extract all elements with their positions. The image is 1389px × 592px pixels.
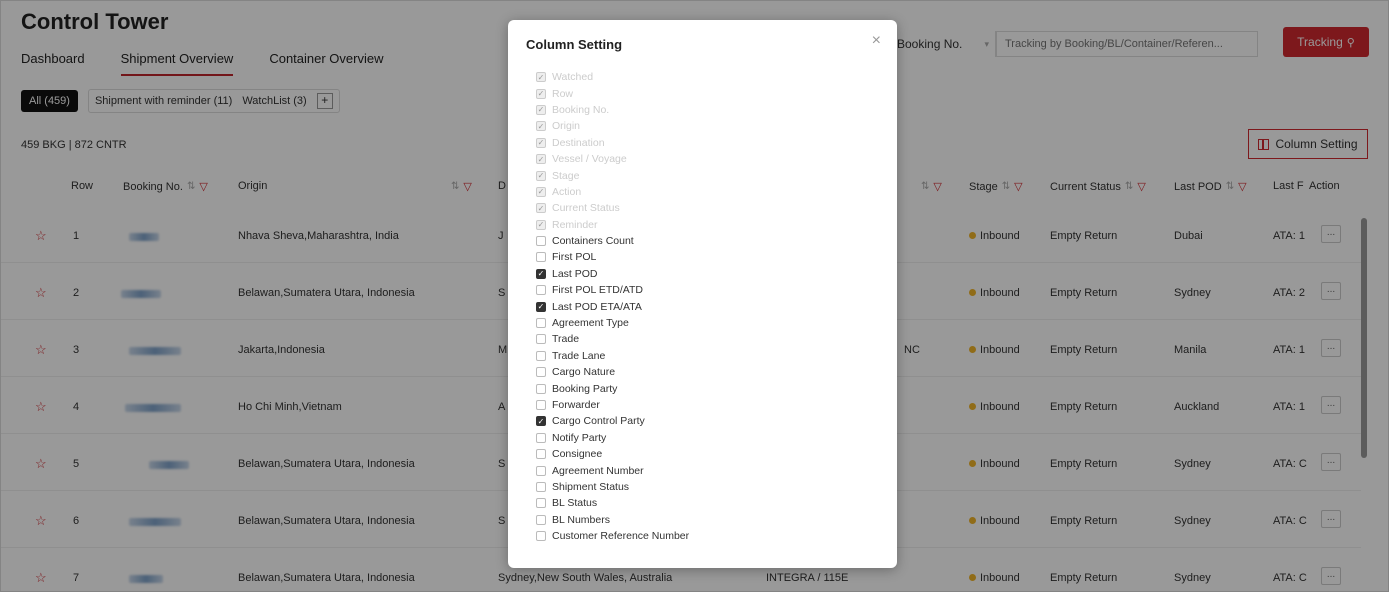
column-option: ✓ Watched — [536, 69, 689, 85]
column-option[interactable]: Forwarder — [536, 397, 689, 413]
checkbox: ✓ — [536, 104, 546, 115]
column-option[interactable]: Customer Reference Number — [536, 528, 689, 544]
checkbox[interactable]: ✓ — [536, 301, 546, 312]
column-option-label: Customer Reference Number — [552, 530, 690, 543]
column-option-label: Current Status — [552, 202, 620, 215]
checkbox: ✓ — [536, 203, 546, 214]
checkbox: ✓ — [536, 137, 546, 148]
column-option-label: Row — [552, 87, 574, 100]
checkbox[interactable] — [536, 514, 546, 525]
column-option[interactable]: Notify Party — [536, 430, 689, 446]
checkbox[interactable] — [536, 383, 546, 394]
column-option[interactable]: BL Numbers — [536, 512, 689, 528]
column-option[interactable]: Agreement Number — [536, 462, 689, 478]
checkbox[interactable] — [536, 432, 546, 443]
column-option: ✓ Origin — [536, 118, 689, 134]
column-option-label: Cargo Nature — [552, 366, 616, 379]
checkbox[interactable] — [536, 236, 546, 247]
checkbox: ✓ — [536, 219, 546, 230]
column-option-label: Cargo Control Party — [552, 415, 645, 428]
column-option-label: Watched — [552, 71, 594, 84]
column-option-label: Forwarder — [552, 399, 600, 411]
column-option-label: Agreement Number — [552, 464, 644, 477]
column-options-list: ✓ Watched ✓ Row ✓ Booking No. ✓ Origin ✓ Destinat… — [536, 69, 689, 544]
column-option: ✓ Row — [536, 85, 689, 101]
checkbox: ✓ — [536, 154, 546, 165]
checkbox[interactable] — [536, 531, 546, 542]
column-option[interactable]: ✓ Last POD — [536, 266, 689, 282]
column-option-label: BL Numbers — [552, 513, 610, 526]
checkbox: ✓ — [536, 170, 546, 181]
checkbox[interactable] — [536, 400, 546, 410]
checkbox[interactable] — [536, 285, 546, 296]
checkbox[interactable] — [536, 481, 546, 492]
checkbox[interactable] — [536, 367, 546, 378]
column-option-label: Trade — [552, 333, 580, 346]
column-option: ✓ Reminder — [536, 217, 689, 233]
column-option-label: BL Status — [552, 497, 598, 510]
column-option[interactable]: First POL — [536, 249, 689, 265]
checkbox: ✓ — [536, 88, 546, 99]
column-option-label: Booking No. — [552, 103, 610, 116]
column-option[interactable]: Cargo Nature — [536, 364, 689, 380]
checkbox[interactable] — [536, 465, 546, 476]
column-option[interactable]: Trade Lane — [536, 348, 689, 364]
column-option[interactable]: Trade — [536, 331, 689, 347]
checkbox[interactable] — [536, 334, 546, 345]
column-option-label: Consignee — [552, 448, 603, 461]
column-option: ✓ Vessel / Voyage — [536, 151, 689, 167]
column-option[interactable]: ✓ Last POD ETA/ATA — [536, 298, 689, 314]
column-option-label: Trade Lane — [552, 349, 606, 362]
column-option-label: Last POD — [552, 267, 598, 280]
column-option[interactable]: First POL ETD/ATD — [536, 282, 689, 298]
column-option-label: Stage — [552, 169, 580, 182]
column-option: ✓ Action — [536, 184, 689, 200]
column-option-label: First POL ETD/ATD — [552, 284, 644, 297]
close-icon[interactable]: × — [872, 32, 881, 50]
column-setting-modal: Column Setting × ✓ Watched ✓ Row ✓ Booking No… — [508, 20, 897, 568]
modal-title: Column Setting — [526, 37, 623, 52]
checkbox[interactable] — [536, 318, 546, 329]
column-option[interactable]: Containers Count — [536, 233, 689, 249]
column-option-label: Containers Count — [552, 235, 634, 248]
column-option: ✓ Stage — [536, 167, 689, 183]
column-option: ✓ Destination — [536, 135, 689, 151]
column-option-label: Destination — [552, 136, 605, 149]
column-option-label: Agreement Type — [552, 317, 629, 330]
column-option-label: Reminder — [552, 218, 598, 231]
checkbox: ✓ — [536, 72, 546, 83]
checkbox[interactable]: ✓ — [536, 268, 546, 279]
column-option: ✓ Booking No. — [536, 102, 689, 118]
column-option-label: Last POD ETA/ATA — [552, 300, 642, 313]
column-option[interactable]: Agreement Type — [536, 315, 689, 331]
column-option[interactable]: Booking Party — [536, 380, 689, 396]
column-option[interactable]: BL Status — [536, 495, 689, 511]
checkbox[interactable] — [536, 350, 546, 361]
column-option[interactable]: Shipment Status — [536, 479, 689, 495]
column-option[interactable]: Consignee — [536, 446, 689, 462]
column-option-label: Notify Party — [552, 431, 607, 444]
checkbox[interactable] — [536, 252, 546, 263]
checkbox: ✓ — [536, 121, 546, 132]
checkbox[interactable] — [536, 498, 546, 509]
column-option-label: Origin — [552, 120, 581, 133]
column-option-label: Booking Party — [552, 382, 618, 395]
column-option-label: Shipment Status — [552, 480, 630, 493]
column-option: ✓ Current Status — [536, 200, 689, 216]
column-option[interactable]: ✓ Cargo Control Party — [536, 413, 689, 429]
checkbox[interactable] — [536, 449, 546, 460]
column-option-label: Action — [552, 185, 582, 198]
column-option-label: Vessel / Voyage — [552, 153, 627, 166]
checkbox: ✓ — [536, 186, 546, 197]
column-option-label: First POL — [552, 251, 597, 264]
checkbox[interactable]: ✓ — [536, 416, 546, 427]
